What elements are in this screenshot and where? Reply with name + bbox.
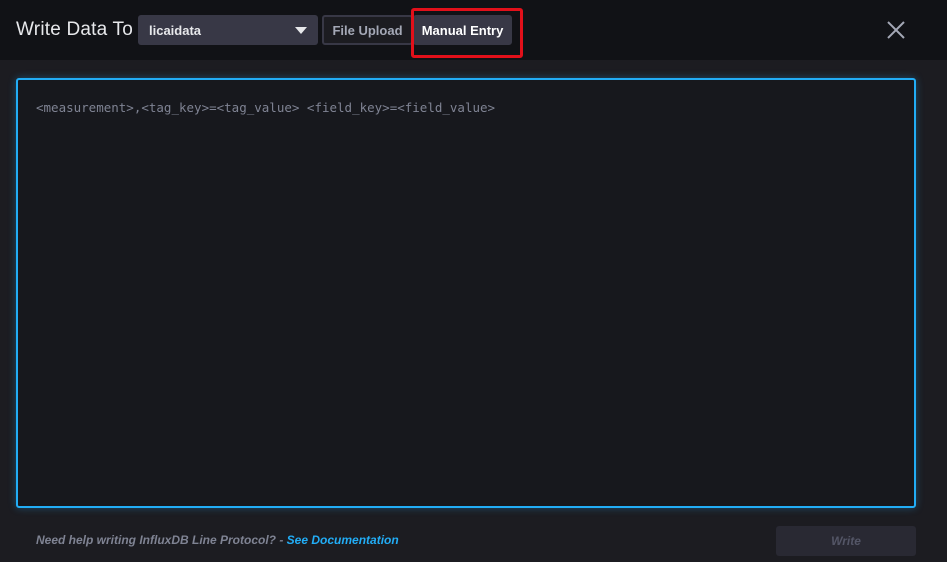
tab-manual-entry[interactable]: Manual Entry <box>413 15 512 45</box>
close-icon <box>887 21 905 39</box>
overlay-header: Write Data To licaidata File Upload Manu… <box>0 0 947 60</box>
line-protocol-input[interactable] <box>16 78 916 508</box>
help-text: Need help writing InfluxDB Line Protocol… <box>36 533 399 547</box>
overlay-title: Write Data To <box>16 19 133 40</box>
write-button[interactable]: Write <box>776 526 916 556</box>
bucket-dropdown[interactable]: licaidata <box>138 15 318 45</box>
caret-down-icon <box>295 27 307 34</box>
documentation-link[interactable]: See Documentation <box>287 533 399 547</box>
close-button[interactable] <box>883 17 909 43</box>
help-text-label: Need help writing InfluxDB Line Protocol… <box>36 533 287 547</box>
tab-file-upload[interactable]: File Upload <box>322 15 413 45</box>
bucket-dropdown-label: licaidata <box>149 23 202 38</box>
